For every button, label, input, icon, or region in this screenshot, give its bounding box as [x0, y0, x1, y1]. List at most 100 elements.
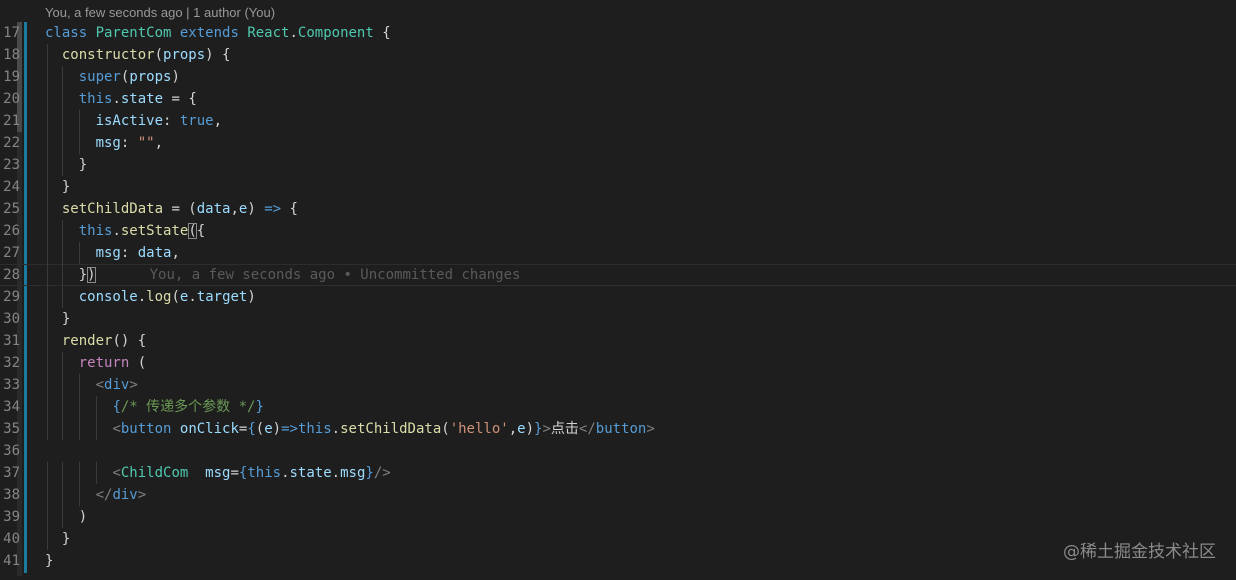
code-line[interactable]: 32 return ( [0, 352, 1236, 374]
line-number: 33 [3, 377, 20, 393]
code-text: console.log(e.target) [45, 286, 256, 308]
code-line[interactable]: 34 {/* 传递多个参数 */} [0, 396, 1236, 418]
code-token: . [331, 421, 341, 437]
code-token: log [146, 289, 172, 305]
code-token: ( [255, 421, 265, 437]
code-line[interactable]: 18 constructor(props) { [0, 44, 1236, 66]
code-token: . [188, 289, 197, 305]
code-text: <button onClick={(e)=>this.setChildData(… [45, 418, 654, 440]
code-token: state [120, 91, 164, 107]
code-token: extends [179, 25, 239, 41]
code-line[interactable]: 37 <ChildCom msg={this.state.msg}/> [0, 462, 1236, 484]
code-token: 点击 [550, 421, 579, 437]
code-token: msg [95, 245, 121, 261]
code-token: this [78, 223, 113, 239]
code-text: ) [45, 506, 87, 528]
code-token: this [78, 91, 113, 107]
code-token: } [45, 179, 71, 195]
line-number: 28 [3, 267, 20, 283]
code-token: , [213, 113, 223, 129]
code-token: = [230, 465, 239, 481]
code-line[interactable]: 21 isActive: true, [0, 110, 1236, 132]
code-token: ) [87, 267, 96, 283]
codelens-blame[interactable]: You, a few seconds ago | 1 author (You) [45, 4, 275, 22]
code-token: state [289, 465, 332, 481]
code-line[interactable]: 28 }) You, a few seconds ago • Uncommitte… [0, 264, 1236, 286]
code-token: e [517, 421, 526, 437]
code-editor[interactable]: You, a few seconds ago | 1 author (You) … [0, 0, 1236, 580]
code-line[interactable]: 29 console.log(e.target) [0, 286, 1236, 308]
code-text: {/* 传递多个参数 */} [45, 396, 264, 418]
code-line[interactable]: 39 ) [0, 506, 1236, 528]
code-line[interactable]: 31 render() { [0, 330, 1236, 352]
code-token: props [163, 47, 206, 63]
code-token: msg [95, 135, 121, 151]
code-line[interactable]: 23 } [0, 154, 1236, 176]
code-token: > [542, 421, 551, 437]
code-token: data [196, 201, 231, 217]
line-number: 21 [3, 113, 20, 129]
code-token: </ [95, 487, 113, 503]
code-token: : [120, 245, 138, 261]
code-token: setChildData [340, 421, 442, 437]
code-token: } [45, 267, 88, 283]
code-line[interactable]: 26 this.setState({ [0, 220, 1236, 242]
code-token: super [78, 69, 121, 85]
code-text: } [45, 550, 53, 572]
code-line[interactable]: 27 msg: data, [0, 242, 1236, 264]
code-token: Component [297, 25, 374, 41]
code-text: msg: "", [45, 132, 163, 154]
code-line[interactable]: 40 } [0, 528, 1236, 550]
line-number: 19 [3, 69, 20, 85]
code-token: < [112, 421, 121, 437]
line-number: 36 [3, 443, 20, 459]
code-token: < [112, 465, 121, 481]
code-token: ) [247, 289, 256, 305]
code-text: } [45, 308, 70, 330]
code-token: { [247, 421, 256, 437]
code-line[interactable]: 35 <button onClick={(e)=>this.setChildDa… [0, 418, 1236, 440]
code-token: button [120, 421, 172, 437]
code-token: constructor [61, 47, 155, 63]
code-line[interactable]: 22 msg: "", [0, 132, 1236, 154]
code-token: true [179, 113, 214, 129]
line-number: 17 [3, 25, 20, 41]
code-line[interactable]: 41} [0, 550, 1236, 572]
code-token: . [331, 465, 341, 481]
code-line[interactable]: 36 [0, 440, 1236, 462]
line-number: 34 [3, 399, 20, 415]
code-line[interactable]: 17 class ParentCom extends React.Componen… [0, 22, 1236, 44]
code-text: constructor(props) { [45, 44, 231, 66]
code-token: : [120, 135, 138, 151]
code-line[interactable]: 19 super(props) [0, 66, 1236, 88]
code-token: this [247, 465, 282, 481]
code-token: React [247, 25, 290, 41]
watermark: @稀土掘金技术社区 [1063, 542, 1216, 562]
line-number: 40 [3, 531, 20, 547]
code-token: </ [578, 421, 596, 437]
code-line[interactable]: 38 </div> [0, 484, 1236, 506]
code-token: } [255, 399, 264, 415]
code-line[interactable]: 25 setChildData = (data,e) => { [0, 198, 1236, 220]
line-number: 32 [3, 355, 20, 371]
code-token: div [104, 377, 130, 393]
code-token: } [45, 311, 71, 327]
code-token: , [508, 421, 518, 437]
code-token: < [95, 377, 105, 393]
code-line[interactable]: 24 } [0, 176, 1236, 198]
code-line[interactable]: 20 this.state = { [0, 88, 1236, 110]
line-number: 41 [3, 553, 20, 569]
code-line[interactable]: 33 <div> [0, 374, 1236, 396]
code-token: { [196, 223, 206, 239]
code-token: => [264, 201, 282, 217]
code-token: ChildCom [120, 465, 189, 481]
code-token: } [45, 157, 88, 173]
code-line[interactable]: 30 } [0, 308, 1236, 330]
code-text: render() { [45, 330, 146, 352]
